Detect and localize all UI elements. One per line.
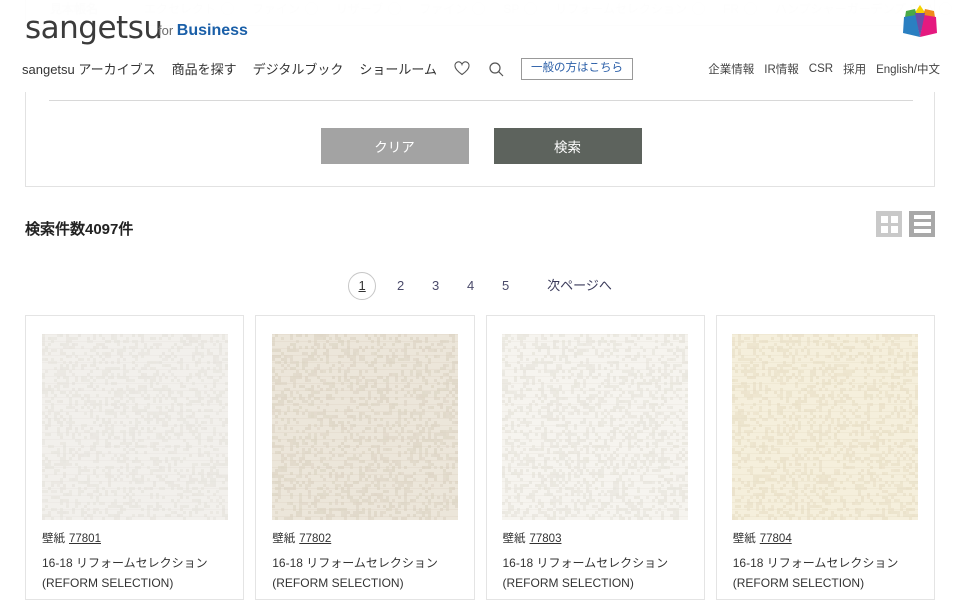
grid-view-glyph bbox=[880, 215, 898, 233]
pagination: 1 2 3 4 5 次ページへ bbox=[0, 272, 960, 300]
sangetsu-butterfly-logo-icon[interactable] bbox=[902, 4, 938, 38]
nav-showroom[interactable]: ショールーム bbox=[359, 59, 437, 78]
business-label: Business bbox=[176, 22, 248, 39]
for-label: for bbox=[158, 23, 177, 38]
product-swatch-image[interactable] bbox=[271, 334, 458, 520]
product-category-and-code: 壁紙 77804 bbox=[733, 530, 922, 546]
product-name: 16-18 リフォームセレクション(REFORM SELECTION) bbox=[502, 556, 669, 591]
corp-link-ir[interactable]: IR情報 bbox=[764, 61, 799, 77]
next-page-link[interactable]: 次ページへ bbox=[547, 272, 612, 300]
product-name: 16-18 リフォームセレクション(REFORM SELECTION) bbox=[272, 556, 438, 591]
product-card[interactable]: 壁紙 77802 16-18 リフォームセレクション(REFORM SELECTIO… bbox=[255, 315, 475, 600]
product-category: 壁紙 bbox=[42, 533, 65, 545]
page-root: 壁紙 粘着剤付化粧フィルム（リアテック） ガラスフィルム 色 bbox=[0, 0, 960, 600]
nav-find-products[interactable]: 商品を探す bbox=[172, 59, 237, 78]
corp-link-recruit[interactable]: 採用 bbox=[843, 61, 866, 77]
product-card[interactable]: 壁紙 77803 16-18 リフォームセレクション(REFORM SELECTIO… bbox=[485, 315, 705, 600]
product-swatch-image[interactable] bbox=[732, 334, 919, 520]
results-count: 検索件数4097件 bbox=[25, 221, 134, 238]
product-category: 壁紙 bbox=[272, 533, 296, 545]
product-meta: 壁紙 77802 16-18 リフォームセレクション(REFORM SELECTIO… bbox=[266, 520, 463, 594]
clear-button[interactable]: クリア bbox=[320, 128, 469, 164]
product-card[interactable]: 壁紙 77804 16-18 リフォームセレクション(REFORM SELECTIO… bbox=[715, 315, 935, 600]
main-nav-row: sangetsu アーカイブス 商品を探す デジタルブック ショールーム 一般の… bbox=[0, 58, 960, 92]
site-header: sangetsu for Business sangetsu アーカイブス 商品… bbox=[0, 0, 960, 92]
product-category: 壁紙 bbox=[502, 533, 526, 545]
product-code-link[interactable]: 77801 bbox=[69, 533, 101, 545]
product-category-and-code: 壁紙 77803 bbox=[503, 530, 692, 546]
product-code-link[interactable]: 77803 bbox=[530, 533, 562, 545]
page-link-1[interactable]: 1 bbox=[348, 272, 377, 300]
product-category-and-code: 壁紙 77801 bbox=[42, 530, 231, 546]
product-category-and-code: 壁紙 77802 bbox=[272, 530, 461, 546]
product-name: 16-18 リフォームセレクション(REFORM SELECTION) bbox=[732, 556, 899, 591]
form-buttons: クリア 検索 bbox=[26, 128, 936, 164]
product-grid: 壁紙 77801 16-18 リフォームセレクション(REFORM SELECTIO… bbox=[25, 315, 935, 600]
product-meta: 壁紙 77804 16-18 リフォームセレクション(REFORM SELECTIO… bbox=[727, 520, 924, 594]
search-icon[interactable] bbox=[487, 60, 505, 78]
nav-archives[interactable]: sangetsu アーカイブス bbox=[22, 59, 156, 78]
view-mode-toggles bbox=[876, 211, 935, 237]
primary-nav: sangetsu アーカイブス 商品を探す デジタルブック ショールーム 一般の… bbox=[22, 58, 633, 80]
form-divider bbox=[49, 100, 913, 101]
search-form-actions-panel: クリア 検索 bbox=[25, 92, 935, 187]
product-name: 16-18 リフォームセレクション(REFORM SELECTION) bbox=[42, 556, 208, 591]
brand-row: sangetsu for Business bbox=[0, 0, 960, 58]
product-meta: 壁紙 77803 16-18 リフォームセレクション(REFORM SELECTIO… bbox=[497, 520, 694, 594]
product-swatch-image[interactable] bbox=[41, 334, 228, 520]
grid-view-icon[interactable] bbox=[876, 211, 902, 237]
product-swatch-image[interactable] bbox=[502, 334, 689, 520]
product-code-link[interactable]: 77802 bbox=[299, 533, 331, 545]
nav-digital-book[interactable]: デジタルブック bbox=[253, 59, 344, 78]
sangetsu-logo-text[interactable]: sangetsu bbox=[25, 10, 163, 46]
product-card[interactable]: 壁紙 77801 16-18 リフォームセレクション(REFORM SELECTIO… bbox=[25, 315, 245, 600]
page-link-4[interactable]: 4 bbox=[453, 272, 488, 300]
product-meta: 壁紙 77801 16-18 リフォームセレクション(REFORM SELECTIO… bbox=[36, 520, 233, 594]
corporate-links: 企業情報 IR情報 CSR 採用 English/中文 bbox=[708, 61, 940, 77]
page-link-2[interactable]: 2 bbox=[383, 272, 418, 300]
list-view-icon[interactable] bbox=[909, 211, 935, 237]
corp-link-csr[interactable]: CSR bbox=[809, 63, 833, 75]
page-link-5[interactable]: 5 bbox=[488, 272, 523, 300]
page-link-3[interactable]: 3 bbox=[418, 272, 453, 300]
heart-icon[interactable] bbox=[453, 60, 471, 78]
consumer-site-button[interactable]: 一般の方はこちら bbox=[520, 58, 633, 80]
corp-link-language[interactable]: English/中文 bbox=[876, 61, 940, 77]
for-business-label: for Business bbox=[158, 22, 248, 40]
product-category: 壁紙 bbox=[732, 533, 756, 545]
product-code-link[interactable]: 77804 bbox=[760, 533, 792, 545]
results-bar: 検索件数4097件 bbox=[0, 205, 960, 255]
list-view-glyph bbox=[913, 215, 931, 233]
search-button[interactable]: 検索 bbox=[493, 128, 642, 164]
corp-link-company[interactable]: 企業情報 bbox=[708, 61, 754, 77]
